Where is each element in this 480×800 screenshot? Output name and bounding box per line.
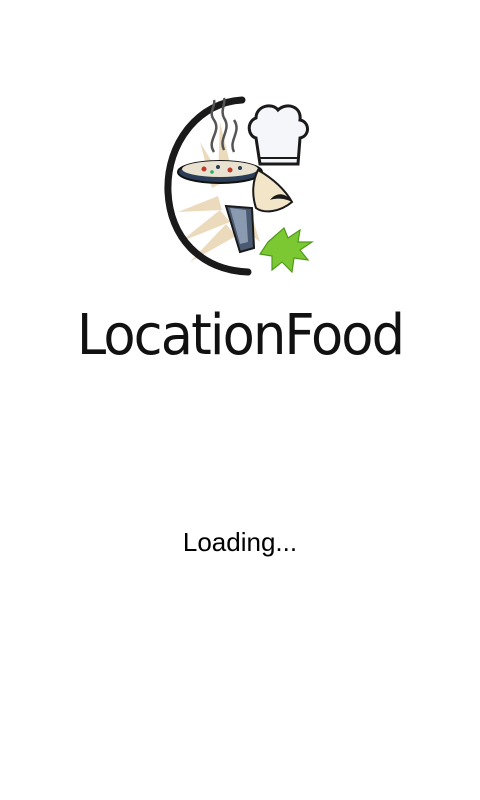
splash-screen: LocationFood Loading... xyxy=(0,0,480,800)
chef-pizza-logo-icon xyxy=(164,96,314,276)
app-name-title: LocationFood xyxy=(76,303,405,368)
loading-text: Loading... xyxy=(182,527,298,557)
